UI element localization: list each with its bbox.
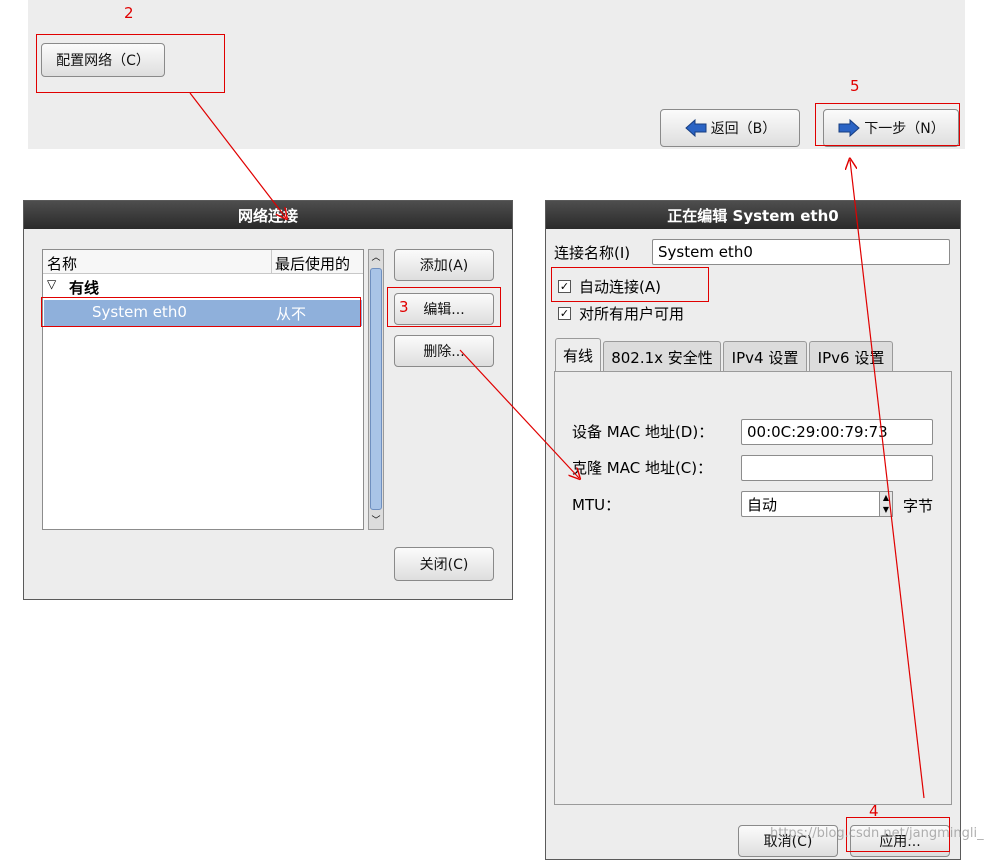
back-button-label: 返回（B）: [710, 121, 777, 137]
delete-button[interactable]: 删除...: [394, 335, 494, 367]
add-button[interactable]: 添加(A): [394, 249, 494, 281]
all-users-label[interactable]: 对所有用户可用: [579, 303, 684, 324]
column-name[interactable]: 名称: [47, 253, 77, 274]
mtu-spin-buttons[interactable]: ▲ ▼: [879, 491, 893, 517]
next-button[interactable]: 下一步（N）: [823, 109, 959, 147]
column-divider: [271, 250, 272, 274]
network-connections-window: 网络连接 名称 最后使用的 ▽ 有线 System eth0 从不 ︿ ﹀ 添加…: [23, 200, 513, 600]
editing-dialog-title: 正在编辑 System eth0: [546, 201, 960, 229]
connection-name-label: 连接名称(I): [554, 244, 631, 262]
cloned-mac-input[interactable]: [741, 455, 933, 481]
group-wired-label: 有线: [69, 279, 100, 297]
mtu-spin-input[interactable]: 自动: [741, 491, 881, 517]
edit-button[interactable]: 编辑...: [394, 293, 494, 325]
spin-down-icon[interactable]: ▼: [880, 504, 892, 516]
arrow-right-icon: [838, 118, 861, 138]
scroll-down-arrow-icon[interactable]: ﹀: [369, 513, 383, 529]
device-mac-input[interactable]: 00:0C:29:00:79:73: [741, 419, 933, 445]
tab-ipv6-settings[interactable]: IPv6 设置: [809, 341, 893, 372]
network-connections-title: 网络连接: [24, 201, 512, 229]
watermark: https://blog.csdn.net/jangmingli_: [770, 826, 984, 841]
close-button[interactable]: 关闭(C): [394, 547, 494, 581]
arrow-left-icon: [684, 118, 707, 138]
connection-last-used: 从不: [276, 305, 307, 323]
expander-triangle-icon[interactable]: ▽: [47, 277, 56, 291]
scroll-thumb[interactable]: [370, 268, 382, 510]
back-button[interactable]: 返回（B）: [660, 109, 800, 147]
annotation-number-4: 4: [869, 802, 879, 820]
connections-list[interactable]: 名称 最后使用的 ▽ 有线 System eth0 从不: [42, 249, 364, 530]
list-item[interactable]: System eth0 从不: [44, 300, 362, 326]
editing-dialog: 正在编辑 System eth0 连接名称(I) System eth0 ✓ 自…: [545, 200, 961, 860]
tab-wired[interactable]: 有线: [555, 338, 601, 372]
mtu-label: MTU：: [572, 496, 621, 514]
annotation-number-2: 2: [124, 4, 134, 22]
connection-name-input[interactable]: System eth0: [652, 239, 950, 265]
auto-connect-checkbox[interactable]: ✓: [558, 280, 571, 293]
mtu-unit: 字节: [903, 497, 934, 515]
edit-button-label: 编辑...: [423, 302, 465, 318]
next-button-label: 下一步（N）: [864, 121, 945, 137]
annotation-number-3: 3: [399, 298, 409, 316]
column-last-used[interactable]: 最后使用的: [275, 253, 350, 274]
tab-ipv4-settings[interactable]: IPv4 设置: [723, 341, 807, 372]
list-header: 名称 最后使用的: [43, 250, 363, 274]
configure-network-button[interactable]: 配置网络（C）: [41, 43, 165, 77]
device-mac-label: 设备 MAC 地址(D)：: [572, 423, 714, 441]
auto-connect-label[interactable]: 自动连接(A): [579, 276, 661, 297]
group-wired[interactable]: ▽ 有线: [43, 276, 363, 298]
annotation-number-5: 5: [850, 77, 860, 95]
tab-8021x-security[interactable]: 802.1x 安全性: [603, 341, 721, 372]
connection-name: System eth0: [92, 303, 187, 321]
spin-up-icon[interactable]: ▲: [880, 492, 892, 504]
scroll-up-arrow-icon[interactable]: ︿: [369, 250, 383, 266]
cloned-mac-label: 克隆 MAC 地址(C)：: [572, 459, 713, 477]
list-scrollbar[interactable]: ︿ ﹀: [368, 249, 384, 530]
all-users-checkbox[interactable]: ✓: [558, 307, 571, 320]
